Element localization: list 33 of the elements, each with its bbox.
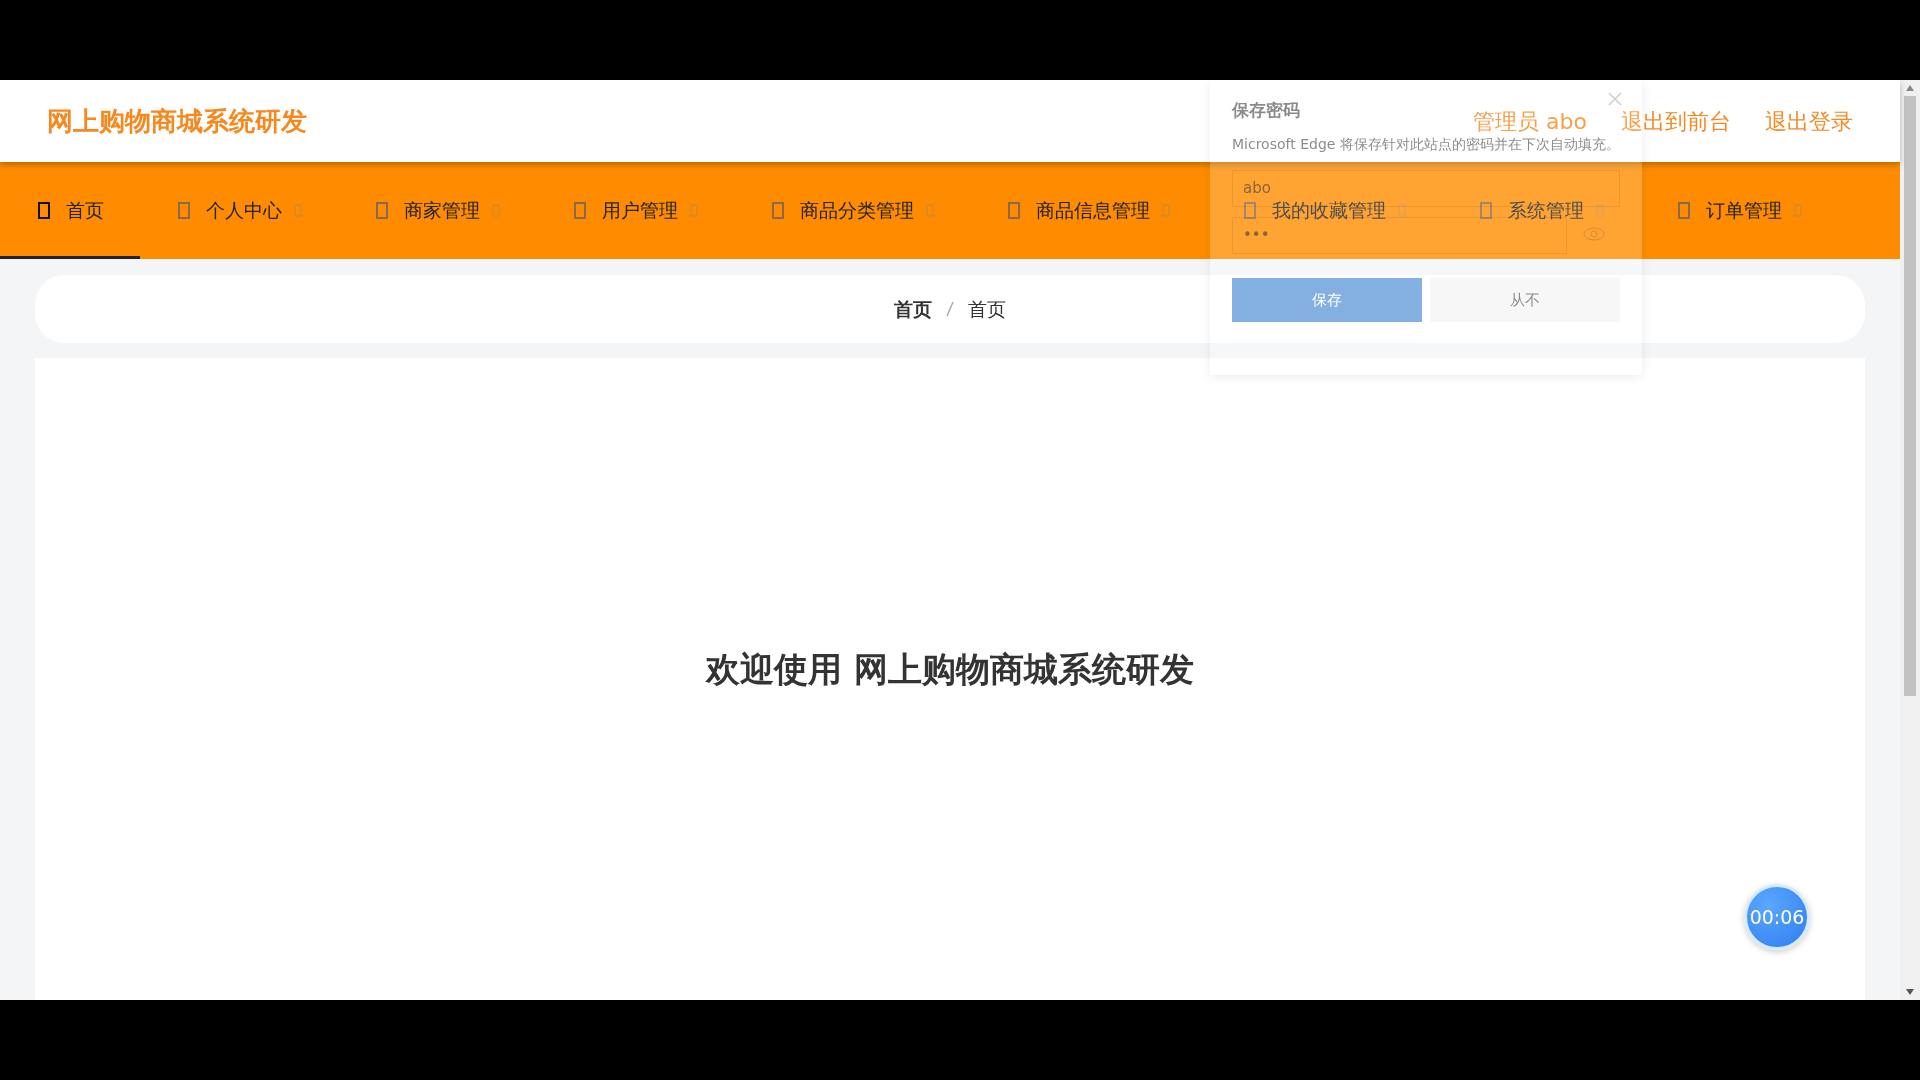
site-title: 网上购物商城系统研发: [47, 104, 307, 138]
square-icon: [1678, 202, 1690, 219]
scrollbar[interactable]: [1900, 80, 1920, 1000]
square-icon: [772, 202, 784, 219]
nav-tab[interactable]: 商家管理: [376, 197, 500, 224]
nav-tab[interactable]: 用户管理: [574, 197, 698, 224]
square-icon: [1244, 202, 1256, 219]
popup-title: 保存密码: [1232, 99, 1300, 122]
eye-icon[interactable]: [1583, 227, 1605, 242]
square-icon: [574, 202, 586, 219]
header-link[interactable]: 退出登录: [1765, 104, 1853, 138]
nav-tab[interactable]: 商品分类管理: [772, 197, 934, 224]
breadcrumb-item[interactable]: 首页: [894, 294, 932, 324]
nav-tab[interactable]: 订单管理: [1678, 197, 1802, 224]
square-icon: [1480, 202, 1492, 219]
welcome-heading: 欢迎使用 网上购物商城系统研发: [706, 647, 1194, 691]
nav-tab[interactable]: 个人中心: [178, 197, 302, 224]
square-icon: [1008, 202, 1020, 219]
timer-button[interactable]: 00:06: [1744, 884, 1810, 950]
breadcrumb-item: 首页: [968, 296, 1006, 322]
never-button[interactable]: 从不: [1430, 277, 1620, 322]
square-icon: [38, 202, 50, 219]
scroll-up-icon[interactable]: [1905, 84, 1915, 92]
square-icon: [178, 202, 190, 219]
nav-tab[interactable]: 商品信息管理: [1008, 197, 1170, 224]
save-button[interactable]: 保存: [1232, 277, 1422, 322]
scrollbar-thumb[interactable]: [1904, 96, 1916, 696]
square-icon: [376, 202, 388, 219]
header-link[interactable]: 退出到前台: [1621, 104, 1731, 138]
close-icon[interactable]: [1608, 92, 1622, 106]
scroll-down-icon[interactable]: [1905, 988, 1915, 996]
nav-tab[interactable]: 首页: [38, 197, 104, 224]
separator-icon: [946, 301, 954, 317]
